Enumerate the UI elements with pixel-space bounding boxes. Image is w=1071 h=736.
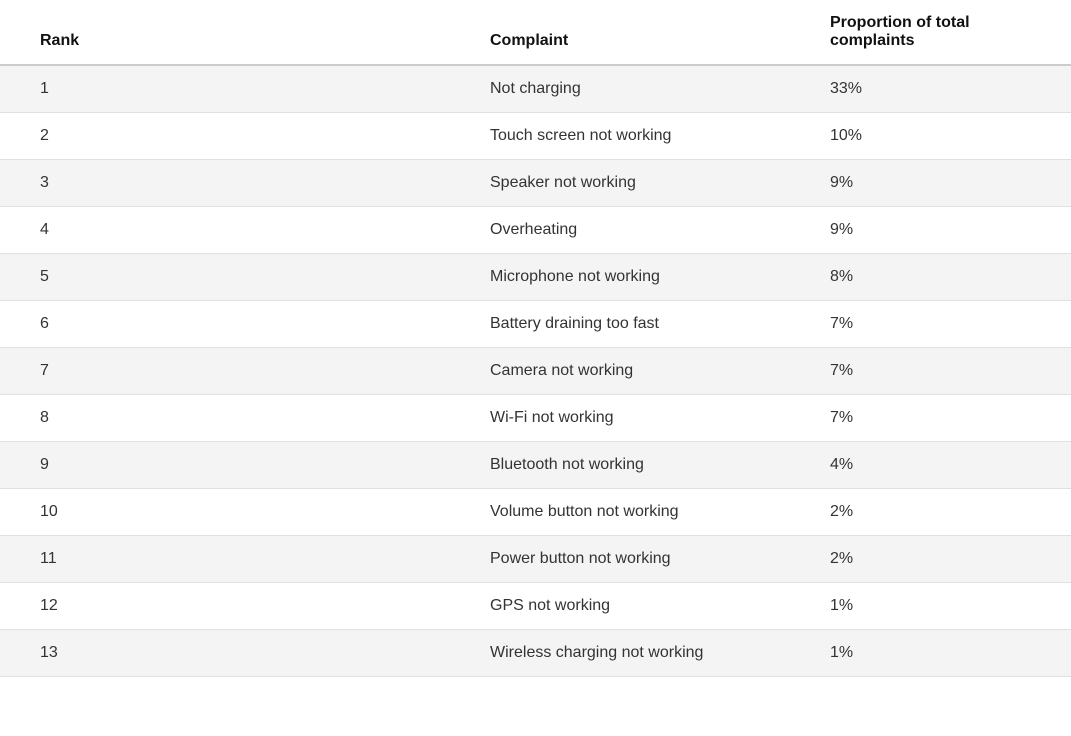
complaint-cell: GPS not working [450, 583, 790, 630]
complaint-cell: Bluetooth not working [450, 442, 790, 489]
rank-cell: 6 [0, 301, 450, 348]
table-row: 11Power button not working2% [0, 536, 1071, 583]
proportion-cell: 33% [790, 65, 1071, 113]
proportion-cell: 2% [790, 489, 1071, 536]
table-row: 6Battery draining too fast7% [0, 301, 1071, 348]
complaint-cell: Wireless charging not working [450, 630, 790, 677]
complaint-cell: Speaker not working [450, 160, 790, 207]
table-row: 9Bluetooth not working4% [0, 442, 1071, 489]
proportion-header: Proportion of total complaints [790, 0, 1071, 65]
complaint-cell: Wi-Fi not working [450, 395, 790, 442]
complaint-cell: Touch screen not working [450, 113, 790, 160]
table-row: 12GPS not working1% [0, 583, 1071, 630]
rank-cell: 2 [0, 113, 450, 160]
rank-header: Rank [0, 0, 450, 65]
table-row: 1Not charging33% [0, 65, 1071, 113]
proportion-cell: 10% [790, 113, 1071, 160]
proportion-cell: 1% [790, 630, 1071, 677]
proportion-cell: 2% [790, 536, 1071, 583]
rank-cell: 12 [0, 583, 450, 630]
rank-cell: 9 [0, 442, 450, 489]
rank-cell: 13 [0, 630, 450, 677]
complaints-table: Rank Complaint Proportion of total compl… [0, 0, 1071, 677]
proportion-cell: 9% [790, 160, 1071, 207]
table-row: 5Microphone not working8% [0, 254, 1071, 301]
proportion-cell: 7% [790, 348, 1071, 395]
table-row: 13Wireless charging not working1% [0, 630, 1071, 677]
complaint-cell: Power button not working [450, 536, 790, 583]
table-row: 8Wi-Fi not working7% [0, 395, 1071, 442]
rank-cell: 7 [0, 348, 450, 395]
proportion-cell: 1% [790, 583, 1071, 630]
table-row: 2Touch screen not working10% [0, 113, 1071, 160]
complaint-cell: Overheating [450, 207, 790, 254]
complaint-cell: Battery draining too fast [450, 301, 790, 348]
complaint-cell: Microphone not working [450, 254, 790, 301]
rank-cell: 3 [0, 160, 450, 207]
table-row: 7Camera not working7% [0, 348, 1071, 395]
proportion-cell: 7% [790, 301, 1071, 348]
rank-cell: 4 [0, 207, 450, 254]
table-row: 10Volume button not working2% [0, 489, 1071, 536]
complaint-cell: Camera not working [450, 348, 790, 395]
rank-cell: 5 [0, 254, 450, 301]
proportion-cell: 8% [790, 254, 1071, 301]
proportion-cell: 7% [790, 395, 1071, 442]
complaint-header: Complaint [450, 0, 790, 65]
rank-cell: 8 [0, 395, 450, 442]
table-row: 3Speaker not working9% [0, 160, 1071, 207]
complaint-cell: Volume button not working [450, 489, 790, 536]
rank-cell: 11 [0, 536, 450, 583]
table-row: 4Overheating9% [0, 207, 1071, 254]
table-container: Rank Complaint Proportion of total compl… [0, 0, 1071, 736]
proportion-cell: 9% [790, 207, 1071, 254]
table-header-row: Rank Complaint Proportion of total compl… [0, 0, 1071, 65]
rank-cell: 1 [0, 65, 450, 113]
complaint-cell: Not charging [450, 65, 790, 113]
rank-cell: 10 [0, 489, 450, 536]
proportion-cell: 4% [790, 442, 1071, 489]
